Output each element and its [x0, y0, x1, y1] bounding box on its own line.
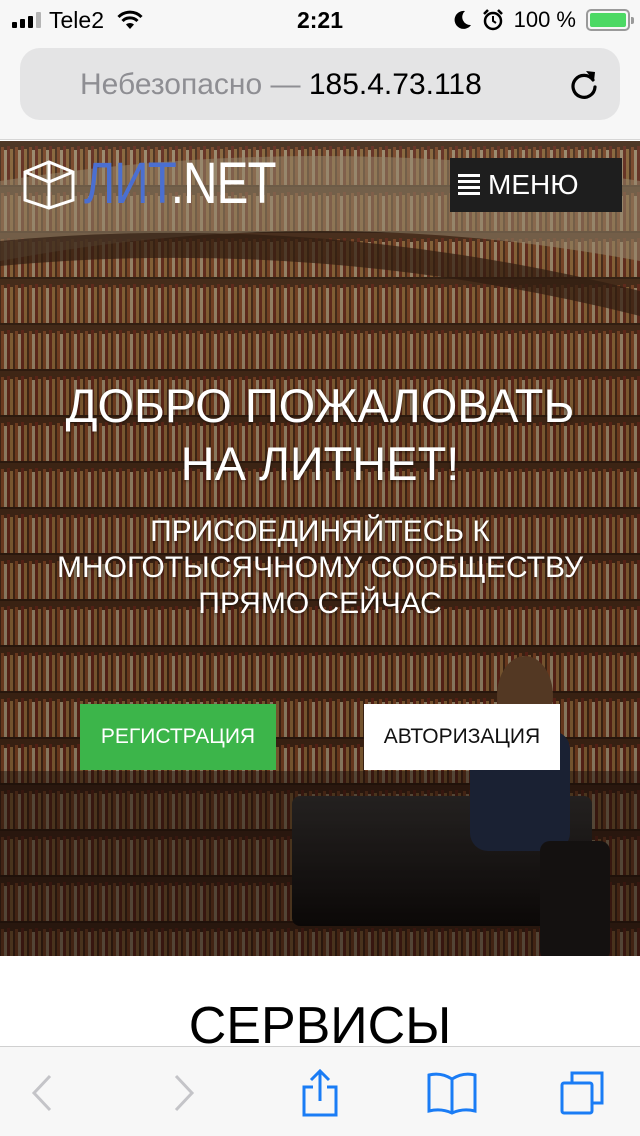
status-right: 100 %	[454, 6, 634, 34]
battery-level	[590, 13, 626, 27]
back-icon	[31, 1074, 52, 1112]
logo-text: ЛИТ.NET	[84, 155, 277, 213]
browser-address-area: Небезопасно — 185.4.73.118	[0, 40, 640, 140]
logo-net: .NET	[170, 151, 277, 216]
forward-button[interactable]	[158, 1069, 210, 1117]
back-button[interactable]	[16, 1069, 68, 1117]
hero-section: ЛИТ.NET МЕНЮ ДОБРО ПОЖАЛОВАТЬ НА ЛИТНЕТ!…	[0, 141, 640, 956]
book-icon	[23, 160, 75, 210]
moon-icon	[454, 10, 471, 29]
bookmarks-icon	[427, 1072, 477, 1115]
share-icon	[302, 1069, 338, 1117]
menu-label: МЕНЮ	[488, 169, 579, 200]
register-button[interactable]: РЕГИСТРАЦИЯ	[80, 704, 276, 770]
site-logo[interactable]: ЛИТ.NET	[22, 155, 318, 213]
hero-title-line-2: НА ЛИТНЕТ!	[180, 437, 460, 490]
login-button[interactable]: АВТОРИЗАЦИЯ	[364, 704, 560, 770]
hero-subtitle: ПРИСОЕДИНЯЙТЕСЬ К МНОГОТЫСЯЧНОМУ СООБЩЕС…	[20, 514, 620, 622]
share-button[interactable]	[294, 1069, 346, 1117]
hero-title: ДОБРО ПОЖАЛОВАТЬ НА ЛИТНЕТ!	[0, 377, 640, 493]
hero-title-line-1: ДОБРО ПОЖАЛОВАТЬ	[65, 379, 575, 432]
menu-button[interactable]: МЕНЮ	[450, 158, 622, 212]
tabs-button[interactable]	[556, 1069, 608, 1117]
security-warning: Небезопасно —	[80, 68, 301, 101]
battery-icon	[586, 9, 634, 31]
address-host: 185.4.73.118	[308, 68, 482, 101]
address-text[interactable]: Небезопасно — 185.4.73.118	[80, 68, 482, 102]
hero-subtitle-line-2: МНОГОТЫСЯЧНОМУ СООБЩЕСТВУ	[56, 551, 584, 584]
alarm-icon	[482, 9, 503, 31]
address-bar[interactable]: Небезопасно — 185.4.73.118	[20, 48, 620, 120]
forward-icon	[174, 1074, 195, 1112]
hero-subtitle-line-3: ПРЯМО СЕЙЧАС	[198, 587, 442, 620]
battery-percent: 100 %	[513, 7, 576, 32]
reload-icon[interactable]	[568, 68, 600, 100]
hamburger-icon	[458, 174, 480, 195]
bookmarks-button[interactable]	[426, 1069, 478, 1117]
tabs-icon	[560, 1071, 604, 1115]
status-bar: Tele2 2:21 100 %	[0, 0, 640, 40]
browser-toolbar	[0, 1046, 640, 1136]
logo-lit: ЛИТ	[84, 151, 172, 216]
hero-subtitle-line-1: ПРИСОЕДИНЯЙТЕСЬ К	[150, 515, 490, 548]
